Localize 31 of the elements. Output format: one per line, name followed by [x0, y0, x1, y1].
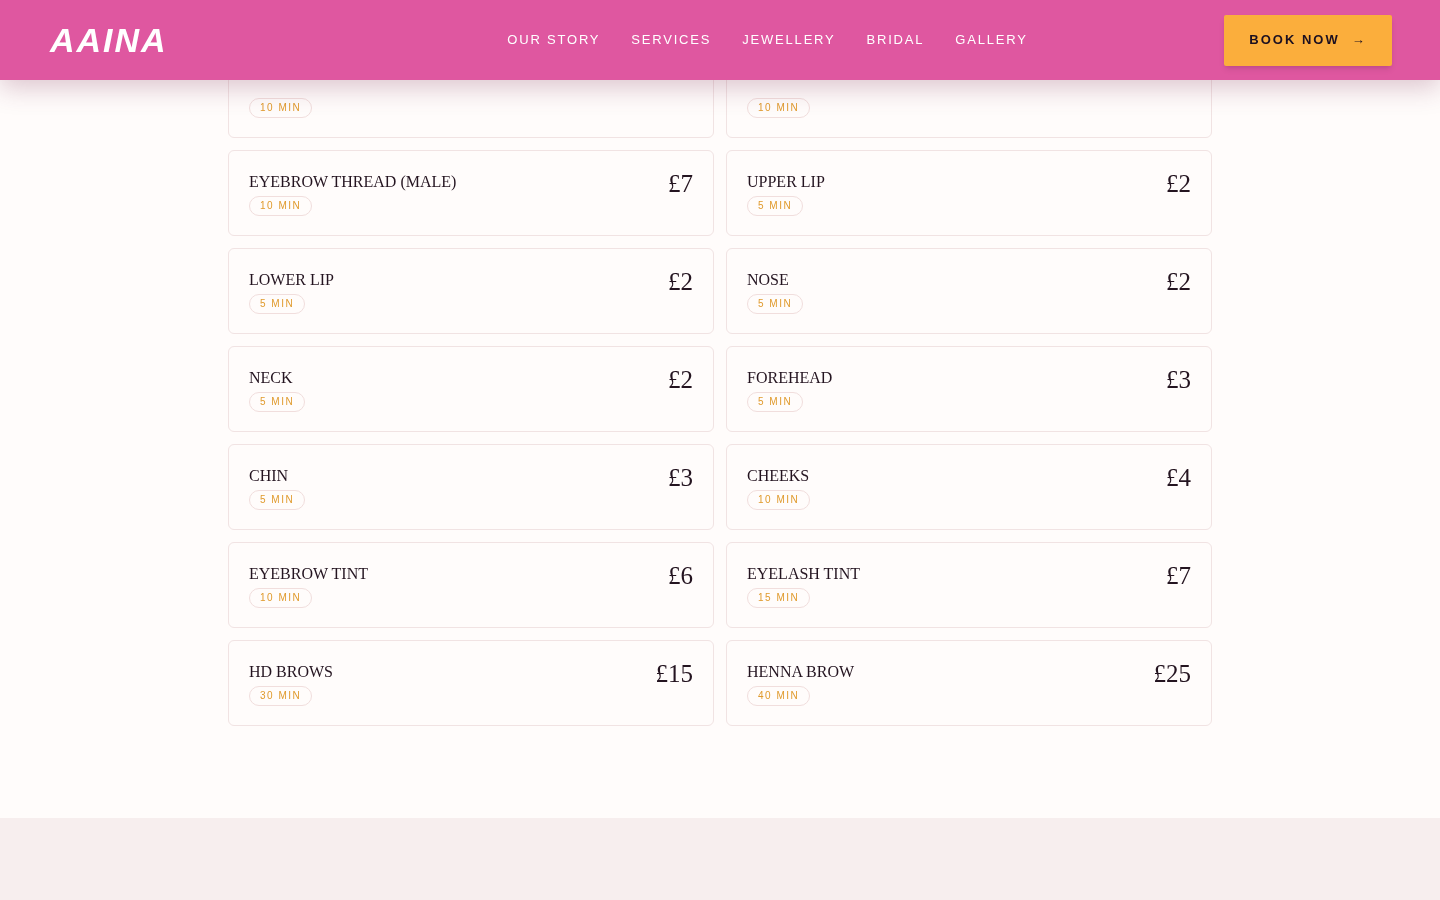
- service-price: £6: [668, 563, 693, 591]
- service-price: £3: [668, 465, 693, 493]
- service-name: EYEBROW THREAD (MALE): [249, 173, 457, 190]
- nav-link[interactable]: JEWELLERY: [742, 30, 836, 50]
- service-price: £4: [1166, 465, 1191, 493]
- logo[interactable]: AAINA: [50, 23, 191, 57]
- service-price: £2: [668, 367, 693, 395]
- service-name: NOSE: [747, 271, 789, 288]
- book-now-button[interactable]: BOOK NOW →: [1224, 14, 1392, 66]
- service-price: £15: [655, 661, 693, 689]
- service-price: £2: [1166, 269, 1191, 297]
- nav-link[interactable]: OUR STORY: [507, 30, 601, 50]
- service-name: FOREHEAD: [747, 369, 833, 386]
- nav-link[interactable]: GALLERY: [955, 30, 1028, 50]
- service-price: £2: [1166, 171, 1191, 199]
- service-name: HD BROWS: [249, 663, 333, 680]
- service-name: EYELASH TINT: [747, 565, 861, 582]
- service-name: EYEBROW TINT: [249, 565, 368, 582]
- service-price: £3: [1166, 367, 1191, 395]
- service-name: UPPER LIP: [747, 173, 825, 190]
- service-name: LOWER LIP: [249, 271, 334, 288]
- service-price: £7: [668, 171, 693, 199]
- service-name: CHIN: [249, 467, 289, 484]
- service-price: £25: [1153, 661, 1191, 689]
- service-price: £7: [1166, 563, 1191, 591]
- service-name: HENNA BROW: [747, 663, 855, 680]
- service-name: CHEEKS: [747, 467, 810, 484]
- nav-link[interactable]: SERVICES: [631, 30, 712, 50]
- service-name: NECK: [249, 369, 293, 386]
- service-price: £2: [668, 269, 693, 297]
- nav-link[interactable]: BRIDAL: [866, 30, 925, 50]
